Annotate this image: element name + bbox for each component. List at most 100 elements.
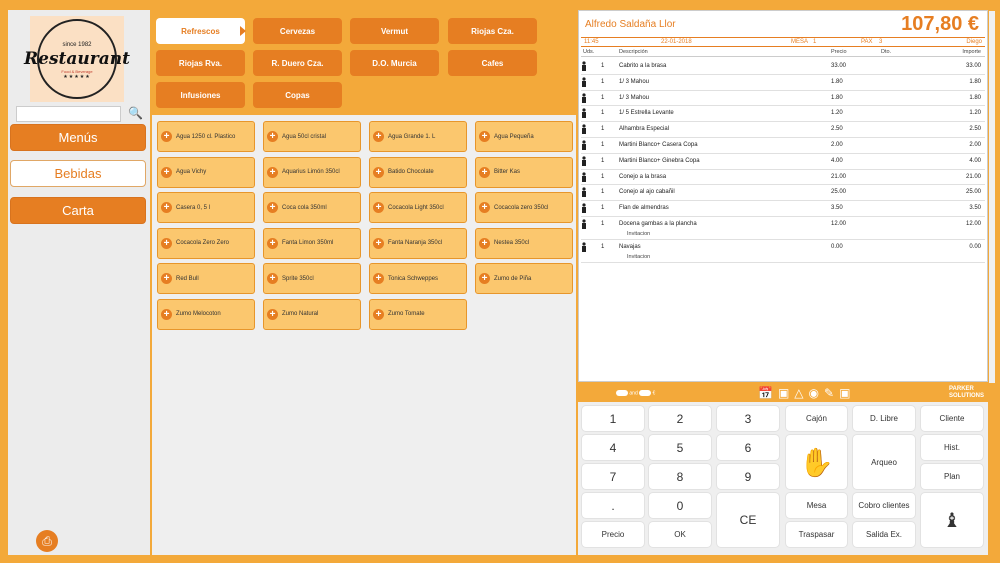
line-uds: 1 bbox=[601, 142, 605, 148]
category-riojas-cza[interactable]: Riojas Cza. bbox=[448, 18, 537, 44]
key-1[interactable]: 1 bbox=[581, 405, 645, 432]
product-label: Batido Chocolate bbox=[388, 169, 434, 175]
product-button[interactable]: + Fanta Naranja 350cl bbox=[369, 227, 467, 259]
key-3[interactable]: 3 bbox=[716, 405, 780, 432]
product-button[interactable]: + Bitter Kas bbox=[475, 156, 573, 188]
plan-button[interactable]: Plan bbox=[920, 463, 984, 490]
salida-ex-button[interactable]: Salida Ex. bbox=[852, 521, 916, 548]
ticket-scrollbar[interactable] bbox=[989, 11, 995, 383]
category-r-duero-cza[interactable]: R. Duero Cza. bbox=[253, 50, 342, 76]
product-button[interactable]: + Casera 0, 5 l bbox=[157, 192, 255, 223]
product-button[interactable]: + Agua 50cl cristal bbox=[263, 121, 361, 152]
nav-carta-button[interactable]: Carta bbox=[10, 197, 146, 224]
ticket-line[interactable]: 1 Alhambra Especial 2.50 2.50 bbox=[581, 122, 985, 138]
product-button[interactable]: + Cocacola Light 350cl bbox=[369, 192, 467, 223]
category-infusiones[interactable]: Infusiones bbox=[156, 82, 245, 108]
key-7[interactable]: 7 bbox=[581, 463, 645, 490]
calendar-icon[interactable]: 📅 bbox=[758, 386, 778, 400]
product-button[interactable]: + Red Bull bbox=[157, 263, 255, 294]
key-6[interactable]: 6 bbox=[716, 434, 780, 461]
category-riojas-rva[interactable]: Riojas Rva. bbox=[156, 50, 245, 76]
cliente-button[interactable]: Cliente bbox=[920, 405, 984, 432]
product-button[interactable]: + Agua Pequeña bbox=[475, 121, 573, 152]
category-copas[interactable]: Copas bbox=[253, 82, 342, 108]
product-button[interactable]: + Coca cola 350ml bbox=[263, 192, 361, 223]
category-vermut[interactable]: Vermut bbox=[350, 18, 439, 44]
category-cafes[interactable]: Cafes bbox=[448, 50, 537, 76]
cajon-button[interactable]: Cajón bbox=[785, 405, 848, 432]
product-button[interactable]: + Zumo Melocoton bbox=[157, 298, 255, 330]
ok-button[interactable]: OK bbox=[648, 521, 712, 548]
product-button[interactable]: + Zumo de Piña bbox=[475, 263, 573, 294]
product-button[interactable]: + Tonica Schweppes bbox=[369, 263, 467, 294]
traspasar-button[interactable]: Traspasar bbox=[785, 521, 848, 548]
product-button[interactable]: + Cocacola zero 350cl bbox=[475, 192, 573, 223]
product-button[interactable]: + Zumo Natural bbox=[263, 298, 361, 330]
product-button[interactable]: + Agua Vichy bbox=[157, 156, 255, 188]
product-label: Cocacola Zero Zero bbox=[176, 240, 230, 246]
logo-brand: Restaurant bbox=[24, 49, 130, 69]
product-button[interactable]: + Agua 1250 cl. Plastico bbox=[157, 121, 255, 152]
ticket-line[interactable]: 1 Martini Blanco+ Casera Copa 2.00 2.00 bbox=[581, 138, 985, 154]
line-precio: 25.00 bbox=[831, 189, 847, 196]
add-icon: + bbox=[161, 273, 172, 284]
product-button[interactable]: + Agua Grande 1. L bbox=[369, 121, 467, 152]
ticket-line[interactable]: 1 1/ 5 Estrella Levante 1.20 1.20 bbox=[581, 106, 985, 123]
key-5[interactable]: 5 bbox=[648, 434, 712, 461]
key-ce[interactable]: CE bbox=[716, 492, 780, 548]
notes-icon[interactable]: ✎ bbox=[824, 386, 839, 400]
nav-bebidas-button[interactable]: Bebidas bbox=[10, 160, 146, 187]
toggle-switches[interactable]: and € bbox=[616, 390, 655, 396]
product-label: Agua Vichy bbox=[176, 169, 207, 175]
search-input[interactable] bbox=[16, 106, 121, 122]
ticket-line[interactable]: 1 Cabrito a la brasa 33.00 33.00 bbox=[581, 59, 985, 75]
ticket-line[interactable]: 1 Conejo a la brasa 21.00 21.00 bbox=[581, 170, 985, 186]
d-libre-button[interactable]: D. Libre bbox=[852, 405, 916, 432]
category-refrescos[interactable]: Refrescos bbox=[156, 18, 246, 44]
product-button[interactable]: + Zumo Tomate bbox=[369, 298, 467, 330]
category-do-murcia[interactable]: D.O. Murcia bbox=[350, 50, 439, 76]
product-button[interactable]: + Cocacola Zero Zero bbox=[157, 227, 255, 259]
precio-button[interactable]: Precio bbox=[581, 521, 645, 548]
hist-button[interactable]: Hist. bbox=[920, 434, 984, 461]
binoculars-icon[interactable]: ◉ bbox=[809, 386, 824, 400]
person-icon bbox=[582, 124, 586, 135]
ticket-line[interactable]: 1 Martini Blanco+ Ginebra Copa 4.00 4.00 bbox=[581, 154, 985, 170]
ticket-line[interactable]: 1 Docena gambas a la plancha 12.00 12.00 Inv… bbox=[581, 217, 985, 240]
line-desc: Cabrito a la brasa bbox=[619, 63, 667, 69]
toolbar-icons: 📅▣△◉✎▣ bbox=[758, 386, 855, 400]
nav-menus-button[interactable]: Menús bbox=[10, 124, 146, 151]
printer-icon[interactable]: ⎙ bbox=[36, 530, 58, 552]
arqueo-button[interactable]: Arqueo bbox=[852, 434, 916, 490]
search-icon[interactable]: 🔍 bbox=[128, 106, 143, 120]
camera-icon[interactable]: ▣ bbox=[778, 386, 794, 400]
ticket-line[interactable]: 1 1/ 3 Mahou 1.80 1.80 bbox=[581, 75, 985, 91]
person-icon bbox=[582, 108, 586, 119]
product-label: Aquarius Limón 350cl bbox=[282, 169, 340, 175]
product-button[interactable]: + Sprite 350cl bbox=[263, 263, 361, 294]
line-importe: 4.00 bbox=[969, 157, 981, 164]
tables-button[interactable]: ♝ bbox=[920, 492, 984, 548]
stats-icon[interactable]: △ bbox=[794, 386, 808, 400]
cobrar-button[interactable]: ✋ bbox=[785, 434, 848, 490]
product-button[interactable]: + Aquarius Limón 350cl bbox=[263, 156, 361, 188]
ticket-line[interactable]: 1 Conejo al ajo cabañil 25.00 25.00 bbox=[581, 185, 985, 202]
key-2[interactable]: 2 bbox=[648, 405, 712, 432]
shirt-icon[interactable]: ▣ bbox=[839, 386, 855, 400]
product-button[interactable]: + Batido Chocolate bbox=[369, 156, 467, 188]
ticket-line[interactable]: 1 1/ 3 Mahou 1.80 1.80 bbox=[581, 91, 985, 107]
ticket-line[interactable]: 1 Flan de almendras 3.50 3.50 bbox=[581, 201, 985, 217]
key-9[interactable]: 9 bbox=[716, 463, 780, 490]
key-0[interactable]: 0 bbox=[648, 492, 712, 519]
ticket-line[interactable]: 1 Navajas 0.00 0.00 Invitacion bbox=[581, 240, 985, 263]
product-button[interactable]: + Fanta Limon 350ml bbox=[263, 227, 361, 259]
mesa-button[interactable]: Mesa bbox=[785, 492, 848, 519]
cobro-clientes-button[interactable]: Cobro clientes bbox=[852, 492, 916, 519]
key-decimal[interactable]: . bbox=[581, 492, 645, 519]
key-8[interactable]: 8 bbox=[648, 463, 712, 490]
key-4[interactable]: 4 bbox=[581, 434, 645, 461]
category-cervezas[interactable]: Cervezas bbox=[253, 18, 342, 44]
pax-value: 3 bbox=[879, 39, 883, 45]
product-button[interactable]: + Nestea 350cl bbox=[475, 227, 573, 259]
line-importe: 33.00 bbox=[965, 63, 981, 69]
